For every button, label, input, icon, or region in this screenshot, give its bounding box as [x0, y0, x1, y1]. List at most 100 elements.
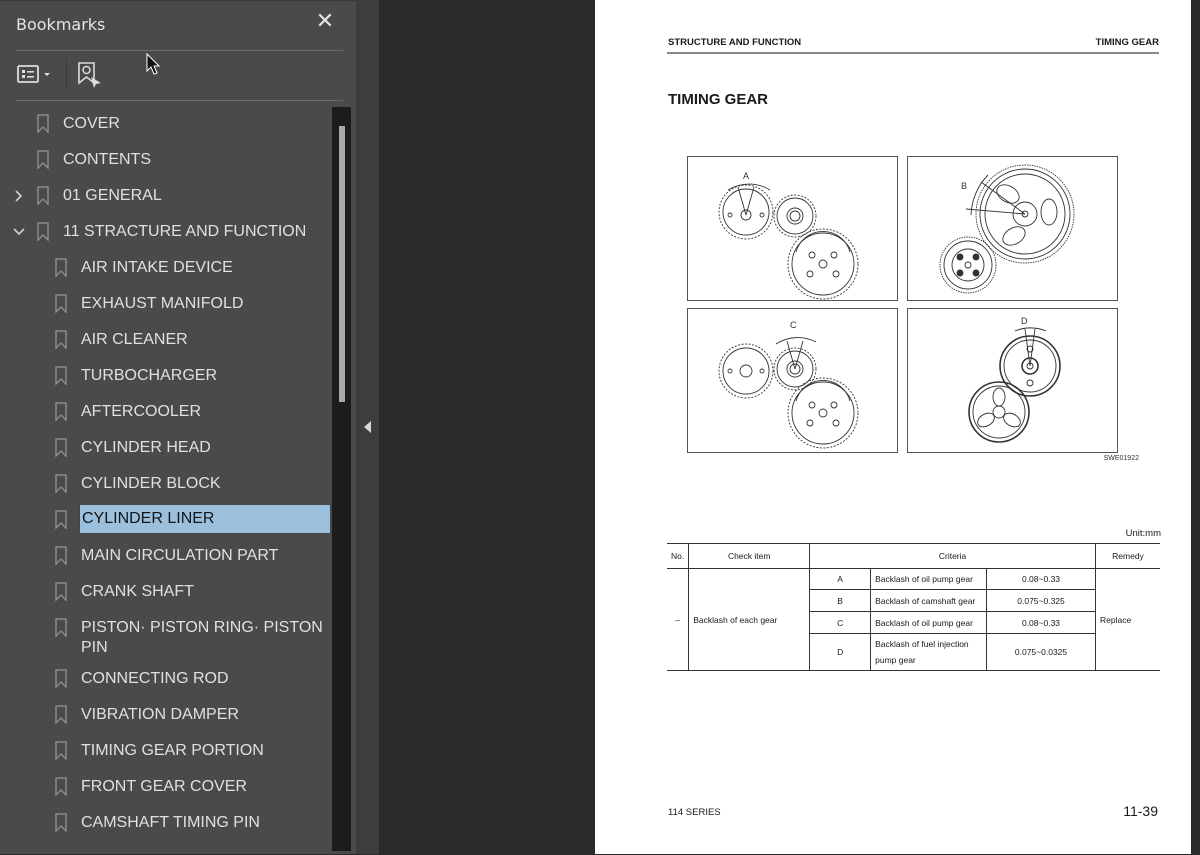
bookmark-label: CYLINDER LINER: [79, 504, 331, 534]
figure-gear-a: A: [687, 156, 898, 301]
cell-criteria-item: Backlash of oil pump gear: [870, 568, 988, 590]
running-header-left: STRUCTURE AND FUNCTION: [668, 37, 802, 48]
cell-value: 0.08~0.33: [986, 611, 1096, 634]
running-header-right: TIMING GEAR: [1095, 37, 1159, 48]
bookmark-icon: [55, 294, 67, 313]
cell-value: 0.08~0.33: [986, 568, 1096, 590]
bookmark-icon: [55, 510, 67, 529]
chevron-down-icon[interactable]: [12, 225, 26, 239]
bookmark-label: AIR INTAKE DEVICE: [81, 259, 233, 276]
criteria-table: No. Check item Criteria Remedy – Backlas…: [667, 543, 1160, 671]
list-options-button[interactable]: [17, 63, 59, 87]
bookmark-item[interactable]: 01 GENERAL: [0, 178, 332, 214]
table-row: – Backlash of each gear A Backlash of oi…: [667, 568, 1160, 671]
bookmark-label: AFTERCOOLER: [81, 403, 202, 420]
bookmark-item[interactable]: CAMSHAFT TIMING PIN: [0, 805, 332, 841]
table-header-row: No. Check item Criteria Remedy: [667, 543, 1160, 569]
pdf-page: STRUCTURE AND FUNCTION TIMING GEAR TIMIN…: [595, 0, 1191, 854]
bookmark-icon: [55, 777, 67, 796]
cell-key: A: [809, 568, 872, 590]
figure-label-b: B: [961, 181, 967, 191]
header-remedy: Remedy: [1094, 543, 1160, 569]
bookmark-label: CYLINDER HEAD: [81, 439, 211, 456]
bookmark-icon: [55, 669, 67, 688]
header-rule: [667, 52, 1159, 54]
bookmark-icon: [55, 813, 67, 832]
bookmark-label: 01 GENERAL: [63, 187, 162, 204]
scrollbar-thumb[interactable]: [339, 126, 345, 402]
bookmark-label: FRONT GEAR COVER: [81, 778, 247, 795]
bookmark-item[interactable]: CYLINDER LINER: [0, 502, 332, 538]
cell-criteria-item: Backlash of fuel injection pump gear: [870, 633, 988, 671]
bookmark-label: CAMSHAFT TIMING PIN: [81, 814, 260, 831]
bookmark-label: EXHAUST MANIFOLD: [81, 295, 244, 312]
bookmark-item[interactable]: MAIN CIRCULATION PART: [0, 538, 332, 574]
bookmark-label: CYLINDER BLOCK: [81, 475, 221, 492]
list-options-icon: [17, 65, 50, 83]
bookmark-item[interactable]: EXHAUST MANIFOLD: [0, 286, 332, 322]
bookmark-item[interactable]: CRANK SHAFT: [0, 574, 332, 610]
bookmark-icon: [55, 741, 67, 760]
bookmark-item[interactable]: CYLINDER BLOCK: [0, 466, 332, 502]
divider: [16, 50, 343, 51]
bookmark-label: TURBOCHARGER: [81, 367, 218, 384]
bookmark-item[interactable]: 11 STRACTURE AND FUNCTION: [0, 214, 332, 250]
header-criteria: Criteria: [809, 543, 1096, 569]
bookmark-item[interactable]: CONTENTS: [0, 142, 332, 178]
mouse-cursor-icon: [146, 53, 161, 75]
bookmark-label: COVER: [63, 115, 120, 132]
figure-label-d: D: [1021, 316, 1028, 326]
bookmark-icon: [55, 582, 67, 601]
page-number: 11-39: [1123, 803, 1158, 819]
figure-gear-d: D: [907, 308, 1118, 453]
bookmark-icon: [37, 114, 49, 133]
bookmark-item[interactable]: COVER: [0, 106, 332, 142]
bookmark-item[interactable]: AIR CLEANER: [0, 322, 332, 358]
divider: [16, 100, 343, 101]
bookmark-label: TIMING GEAR PORTION: [81, 742, 264, 759]
collapse-panel-icon[interactable]: [364, 421, 371, 433]
bookmarks-panel: Bookmarks ✕ COVER CONTENTS 01 GENERAL 11 ST…: [0, 0, 356, 854]
cell-value: 0.075~0.325: [986, 589, 1096, 612]
bookmark-label: AIR CLEANER: [81, 331, 188, 348]
figure-gear-c: C: [687, 308, 898, 453]
figure-code: SWE01922: [1103, 455, 1139, 462]
unit-label: Unit:mm: [1125, 528, 1161, 539]
bookmark-item[interactable]: AFTERCOOLER: [0, 394, 332, 430]
cell-check-item: Backlash of each gear: [688, 568, 811, 671]
cell-key: D: [809, 633, 872, 671]
header-no: No.: [667, 543, 690, 569]
cell-no: –: [667, 568, 690, 671]
cell-criteria-item: Backlash of camshaft gear: [870, 589, 988, 612]
bookmark-list: COVER CONTENTS 01 GENERAL 11 STRACTURE AND …: [0, 106, 332, 855]
bookmark-item[interactable]: TIMING GEAR PORTION: [0, 733, 332, 769]
bookmark-item[interactable]: PISTON· PISTON RING· PISTON PIN: [0, 610, 332, 661]
bookmark-item[interactable]: CONNECTING ROD: [0, 661, 332, 697]
cell-key: B: [809, 589, 872, 612]
figure-label-a: A: [743, 171, 749, 181]
footer-series: 114 SERIES: [668, 807, 721, 818]
bookmark-icon: [55, 546, 67, 565]
find-current-bookmark-button[interactable]: [77, 61, 103, 89]
bookmark-label: CONTENTS: [63, 151, 151, 168]
bookmark-label: PISTON· PISTON RING· PISTON PIN: [81, 619, 323, 656]
cell-remedy: Replace: [1094, 568, 1160, 671]
bookmark-label: VIBRATION DAMPER: [81, 706, 239, 723]
bookmark-item[interactable]: TURBOCHARGER: [0, 358, 332, 394]
bookmark-icon: [55, 330, 67, 349]
cell-value: 0.075~0.0325: [986, 633, 1096, 671]
bookmark-icon: [37, 222, 49, 241]
figure-label-c: C: [790, 320, 797, 330]
bookmark-item[interactable]: FRONT GEAR COVER: [0, 769, 332, 805]
bookmark-icon: [37, 186, 49, 205]
close-icon[interactable]: ✕: [314, 11, 336, 33]
bookmark-item[interactable]: AIR INTAKE DEVICE: [0, 250, 332, 286]
bookmark-item[interactable]: CYLINDER HEAD: [0, 430, 332, 466]
bookmark-label: CONNECTING ROD: [81, 670, 229, 687]
bookmark-item[interactable]: VIBRATION DAMPER: [0, 697, 332, 733]
cell-key: C: [809, 611, 872, 634]
figure-gear-b: B: [907, 156, 1118, 301]
cell-criteria-item: Backlash of oil pump gear: [870, 611, 988, 634]
chevron-right-icon[interactable]: [12, 189, 26, 203]
bookmark-label: MAIN CIRCULATION PART: [81, 547, 279, 564]
